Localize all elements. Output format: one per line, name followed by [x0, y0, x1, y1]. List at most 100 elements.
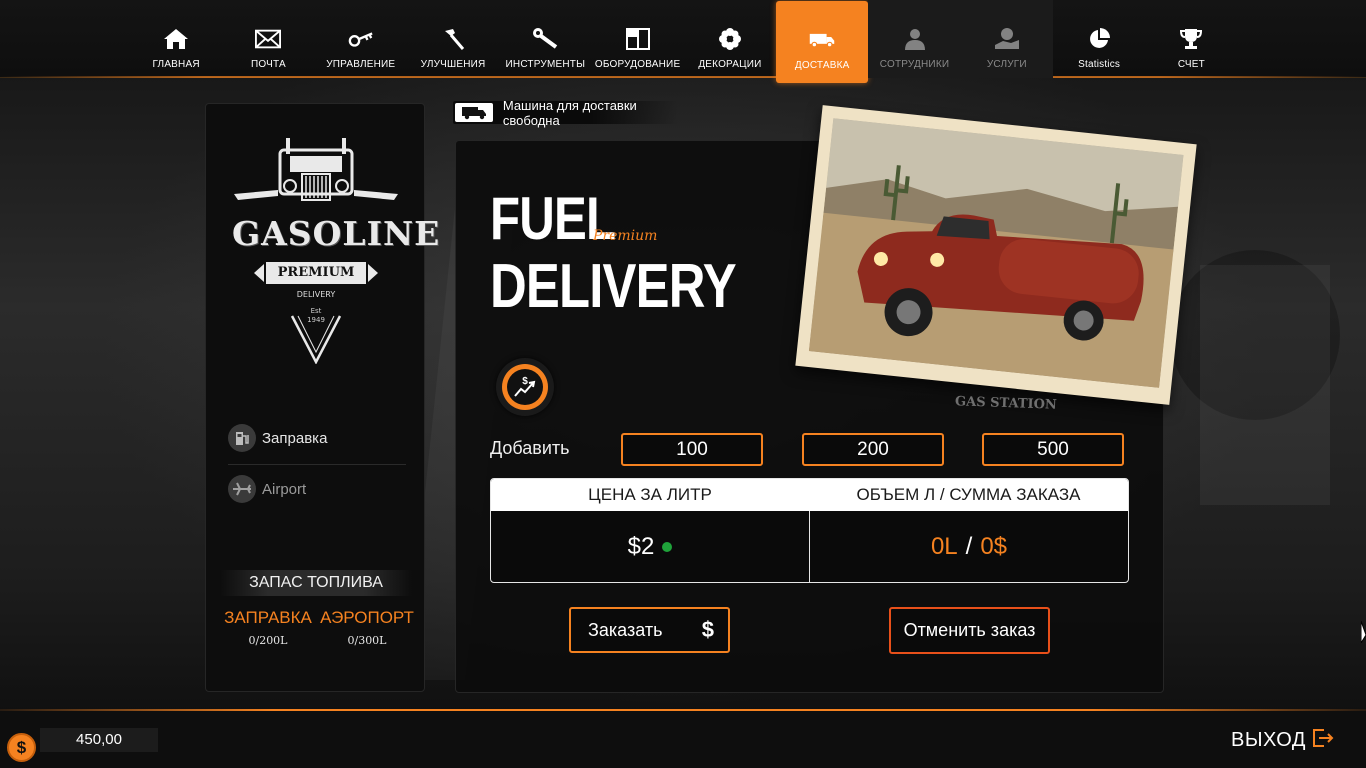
trophy-icon — [1178, 26, 1204, 52]
price-status-dot — [662, 542, 673, 552]
nav-label: УЛУЧШЕНИЯ — [420, 59, 486, 70]
airplane-icon — [228, 475, 256, 503]
gasoline-logo: GASOLINE PREMIUM DELIVERY Est 1949 — [232, 134, 441, 364]
mail-icon — [255, 26, 282, 52]
background-shape — [1200, 265, 1330, 505]
location-divider — [228, 464, 406, 465]
nav-item-tools[interactable]: ИНСТРУМЕНТЫ — [499, 0, 591, 78]
stock-airport-name: АЭРОПОРТ — [320, 608, 414, 627]
nav-label: СОТРУДНИКИ — [879, 59, 950, 70]
tanker-truck-image — [808, 118, 1184, 388]
fuel-stock-title: ЗАПАС ТОПЛИВА — [220, 570, 412, 596]
stock-airport: АЭРОПОРТ 0/300L — [317, 608, 417, 647]
mouse-cursor-icon — [1361, 621, 1366, 643]
location-item-gas-station[interactable]: Заправка — [228, 418, 406, 458]
nav-item-delivery[interactable]: ДОСТАВКА — [776, 1, 869, 83]
location-label: Airport — [262, 480, 307, 498]
nav-label: УСЛУГИ — [986, 59, 1027, 70]
nav-item-equipment[interactable]: ОБОРУДОВАНИЕ — [591, 0, 683, 78]
truck-icon — [809, 27, 835, 53]
nav-label: ДОСТАВКА — [794, 60, 850, 71]
truck-icon — [455, 103, 493, 122]
exit-label: ВЫХОД — [1231, 728, 1306, 751]
order-summary-table: ЦЕНА ЗА ЛИТР ОБЪЕМ Л / СУММА ЗАКАЗА $2 0… — [490, 478, 1129, 583]
cabinet-icon — [625, 26, 651, 52]
price-trend-core: $ — [507, 369, 543, 405]
order-button-label: Заказать — [588, 619, 663, 640]
add-100-button[interactable]: 100 — [621, 433, 763, 466]
stock-station: ЗАПРАВКА 0/200L — [218, 608, 318, 647]
nav-label: Statistics — [1078, 59, 1121, 70]
logo-est-year: 1949 — [307, 316, 325, 324]
coin-icon: $ — [7, 733, 36, 762]
price-trend-icon: $ — [514, 376, 536, 397]
page-title-line2: DELIVERY — [490, 252, 737, 321]
money-balance: 450,00 — [40, 728, 158, 752]
service-icon — [994, 26, 1020, 52]
nav-item-services[interactable]: УСЛУГИ — [960, 0, 1053, 78]
exit-icon — [1312, 728, 1334, 752]
nav-item-mail[interactable]: ПОЧТА — [222, 0, 314, 78]
price-trend-ring: $ — [502, 364, 548, 410]
home-icon — [163, 26, 189, 52]
nav-label: СЧЕТ — [1177, 59, 1205, 70]
nav-item-staff[interactable]: СОТРУДНИКИ — [868, 0, 961, 78]
order-button[interactable]: Заказать $ — [569, 607, 730, 653]
location-item-airport[interactable]: Airport — [228, 469, 406, 509]
volume-sum-header: ОБЪЕМ Л / СУММА ЗАКАЗА — [856, 485, 1081, 504]
left-panel: GASOLINE PREMIUM DELIVERY Est 1949 Запра… — [205, 103, 441, 692]
worker-icon — [902, 26, 928, 52]
logo-est-label: Est — [310, 307, 322, 315]
logo-title: GASOLINE — [232, 214, 441, 253]
photo-image — [808, 118, 1184, 388]
nav-label: ГЛАВНАЯ — [152, 59, 200, 70]
add-label: Добавить — [490, 438, 570, 458]
order-sum-value: 0$ — [980, 533, 1008, 560]
exit-button[interactable]: ВЫХОД — [1231, 726, 1334, 754]
add-200-button[interactable]: 200 — [802, 433, 944, 466]
order-volume-value: 0L — [930, 533, 958, 560]
nav-item-statistics[interactable]: Statistics — [1053, 0, 1145, 78]
add-500-button[interactable]: 500 — [982, 433, 1124, 466]
volume-sum-separator: / — [965, 533, 973, 560]
cancel-order-button[interactable]: Отменить заказ — [889, 607, 1050, 654]
nav-item-home[interactable]: ГЛАВНАЯ — [130, 0, 222, 78]
nav-item-upgrades[interactable]: УЛУЧШЕНИЯ — [407, 0, 499, 78]
logo-banner: PREMIUM — [266, 262, 366, 284]
stock-station-value: 0/200L — [248, 634, 288, 647]
logo-subtitle: DELIVERY — [296, 290, 336, 299]
flower-icon — [717, 26, 743, 52]
price-per-liter-cell: $2 — [491, 511, 809, 582]
location-label: Заправка — [262, 429, 328, 447]
nav-label: ДЕКОРАЦИИ — [698, 59, 762, 70]
delivery-status-text: Машина для доставки свободна — [502, 97, 637, 128]
price-per-liter-value: $2 — [627, 533, 655, 560]
stock-airport-value: 0/300L — [347, 634, 387, 647]
stock-station-name: ЗАПРАВКА — [224, 608, 312, 627]
price-per-liter-header: ЦЕНА ЗА ЛИТР — [588, 485, 712, 504]
pie-chart-icon — [1086, 26, 1112, 52]
logo-established: Est 1949 — [232, 307, 400, 325]
tanker-truck-photo — [795, 105, 1197, 405]
volume-sum-cell: 0L / 0$ — [810, 511, 1128, 582]
nav-item-account[interactable]: СЧЕТ — [1145, 0, 1237, 78]
bottom-bar — [0, 711, 1366, 768]
delivery-status: Машина для доставки свободна — [453, 98, 678, 128]
nav-label: ИНСТРУМЕНТЫ — [505, 59, 586, 70]
wrench-icon — [532, 26, 558, 52]
nav-menu: ГЛАВНАЯ ПОЧТА УПРАВЛЕНИЕ УЛУЧШЕНИЯ ИНСТР — [130, 0, 1238, 83]
page-title-premium: Premium — [593, 228, 658, 244]
key-icon — [348, 26, 374, 52]
price-trend-button[interactable]: $ — [496, 358, 554, 416]
nav-item-management[interactable]: УПРАВЛЕНИЕ — [315, 0, 407, 78]
nav-item-decorations[interactable]: ДЕКОРАЦИИ — [684, 0, 776, 78]
svg-text:$: $ — [522, 376, 528, 387]
order-summary-header: ЦЕНА ЗА ЛИТР ОБЪЕМ Л / СУММА ЗАКАЗА — [491, 479, 1128, 511]
nav-label: ОБОРУДОВАНИЕ — [594, 59, 681, 70]
nav-label: УПРАВЛЕНИЕ — [326, 59, 396, 70]
top-nav-bar: ГЛАВНАЯ ПОЧТА УПРАВЛЕНИЕ УЛУЧШЕНИЯ ИНСТР — [0, 0, 1366, 83]
dollar-icon: $ — [701, 617, 714, 642]
gas-station-icon — [228, 424, 256, 452]
nav-label: ПОЧТА — [251, 59, 286, 70]
hammer-icon — [440, 26, 466, 52]
